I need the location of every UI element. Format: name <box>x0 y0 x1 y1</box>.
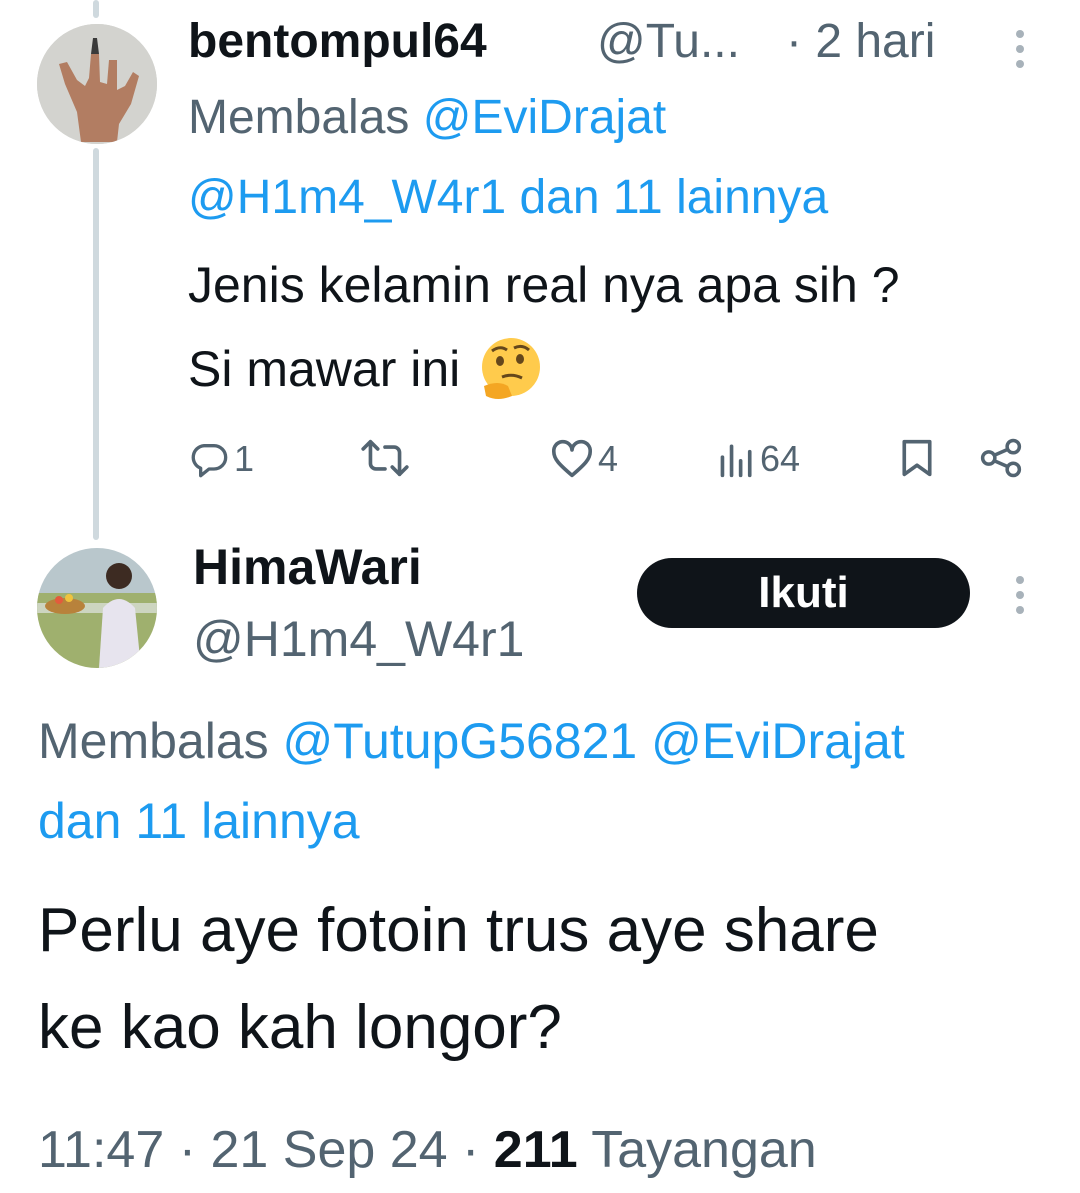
follow-button[interactable]: Ikuti <box>637 558 970 628</box>
tweet-text-line2: Si mawar ini <box>188 336 544 402</box>
share-icon <box>980 438 1022 478</box>
tweet-text-line2-text: Si mawar ini <box>188 341 461 397</box>
retweet-button[interactable] <box>360 438 414 478</box>
share-button[interactable] <box>980 438 1022 478</box>
views-count[interactable]: 211 <box>494 1121 578 1179</box>
views-label: Tayangan <box>577 1121 817 1179</box>
more-options-icon[interactable] <box>1016 30 1024 68</box>
tweet-text-line1: Jenis kelamin real nya apa sih ? <box>188 257 900 313</box>
tweet-text-line1: Perlu aye fotoin trus aye share <box>38 896 879 965</box>
person-photo-icon <box>37 548 157 668</box>
bookmark-icon <box>902 439 932 477</box>
handle[interactable]: @Tu... <box>597 14 740 69</box>
reply-prefix: Membalas <box>188 91 410 144</box>
reply-count: 1 <box>234 438 255 479</box>
reply-mention-more[interactable]: @H1m4_W4r1 dan 11 lainnya <box>188 170 828 225</box>
tweet-meta: 11:47 · 21 Sep 24 · 211 Tayangan <box>38 1120 817 1180</box>
views-chart-icon <box>720 444 752 478</box>
heart-icon <box>551 439 593 478</box>
reply-mentions[interactable]: @TutupG56821 @EviDrajat <box>283 713 905 769</box>
reply-button[interactable]: 1 <box>188 438 254 480</box>
reply-context: Membalas @EviDrajat <box>188 90 666 145</box>
reply-mention-more[interactable]: dan 11 lainnya <box>38 792 360 850</box>
views-button[interactable]: 64 <box>718 438 800 480</box>
thinking-face-icon <box>482 338 541 399</box>
reply-icon <box>191 444 228 478</box>
like-count: 4 <box>598 438 619 479</box>
reply-prefix: Membalas <box>38 713 269 769</box>
more-options-icon[interactable] <box>1016 576 1024 614</box>
bookmark-button[interactable] <box>900 438 934 478</box>
thread-line <box>93 148 99 540</box>
reply-mention[interactable]: @EviDrajat <box>423 91 666 144</box>
tweet-text-line2: ke kao kah longor? <box>38 993 562 1062</box>
thread-line-top <box>93 0 99 18</box>
hand-gesture-icon <box>37 24 157 144</box>
like-button[interactable]: 4 <box>550 438 618 480</box>
avatar-himawari[interactable] <box>37 548 157 668</box>
handle[interactable]: @H1m4_W4r1 <box>193 610 524 668</box>
display-name[interactable]: HimaWari <box>193 538 422 596</box>
display-name[interactable]: bentompul64 <box>188 14 487 69</box>
retweet-icon <box>361 439 409 477</box>
timestamp[interactable]: · 2 hari <box>786 14 935 69</box>
reply-context: Membalas @TutupG56821 @EviDrajat <box>38 712 905 770</box>
views-count: 64 <box>760 438 801 479</box>
avatar-bentompul64[interactable] <box>37 24 157 144</box>
tweet-time[interactable]: 11:47 · 21 Sep 24 · <box>38 1121 494 1179</box>
